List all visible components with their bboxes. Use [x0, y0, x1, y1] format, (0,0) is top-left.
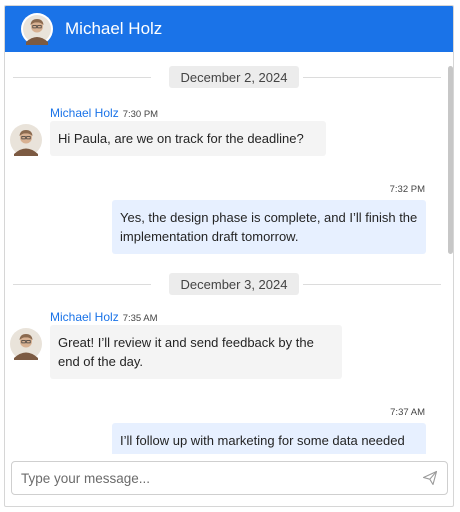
divider-line: [13, 284, 151, 285]
message-list[interactable]: December 2, 2024 Michael Holz 7:30 PM Hi…: [5, 52, 453, 454]
scrollbar-thumb[interactable]: [448, 66, 453, 254]
message-bubble-outgoing: I’ll follow up with marketing for some d…: [112, 423, 426, 454]
chat-header: Michael Holz: [5, 6, 453, 52]
message-meta: Michael Holz 7:30 PM: [50, 106, 158, 120]
date-pill: December 2, 2024: [169, 66, 299, 88]
message-bubble-incoming: Hi Paula, are we on track for the deadli…: [50, 121, 326, 156]
message-author: Michael Holz: [50, 310, 119, 324]
date-divider: December 2, 2024: [13, 66, 441, 88]
message-input[interactable]: [12, 462, 412, 494]
divider-line: [13, 77, 151, 78]
avatar-icon: [10, 328, 42, 360]
message-bubble-incoming: Great! I’ll review it and send feedback …: [50, 325, 342, 379]
message-time: 7:32 PM: [389, 184, 425, 195]
divider-line: [303, 284, 441, 285]
message-time: 7:35 AM: [122, 313, 158, 324]
message-time: 7:37 AM: [390, 407, 425, 418]
divider-line: [303, 77, 441, 78]
avatar-icon[interactable]: [21, 13, 53, 45]
message-composer: [11, 461, 448, 495]
message-author: Michael Holz: [50, 106, 119, 120]
avatar-icon: [10, 124, 42, 156]
date-pill: December 3, 2024: [169, 273, 299, 295]
send-icon[interactable]: [422, 470, 438, 486]
chat-header-title: Michael Holz: [65, 19, 163, 38]
message-meta: Michael Holz 7:35 AM: [50, 310, 158, 324]
message-bubble-outgoing: Yes, the design phase is complete, and I…: [112, 200, 426, 254]
message-time: 7:30 PM: [122, 109, 159, 120]
chat-window: Michael Holz December 2, 2024 Michael Ho…: [4, 5, 454, 507]
date-divider: December 3, 2024: [13, 273, 441, 295]
